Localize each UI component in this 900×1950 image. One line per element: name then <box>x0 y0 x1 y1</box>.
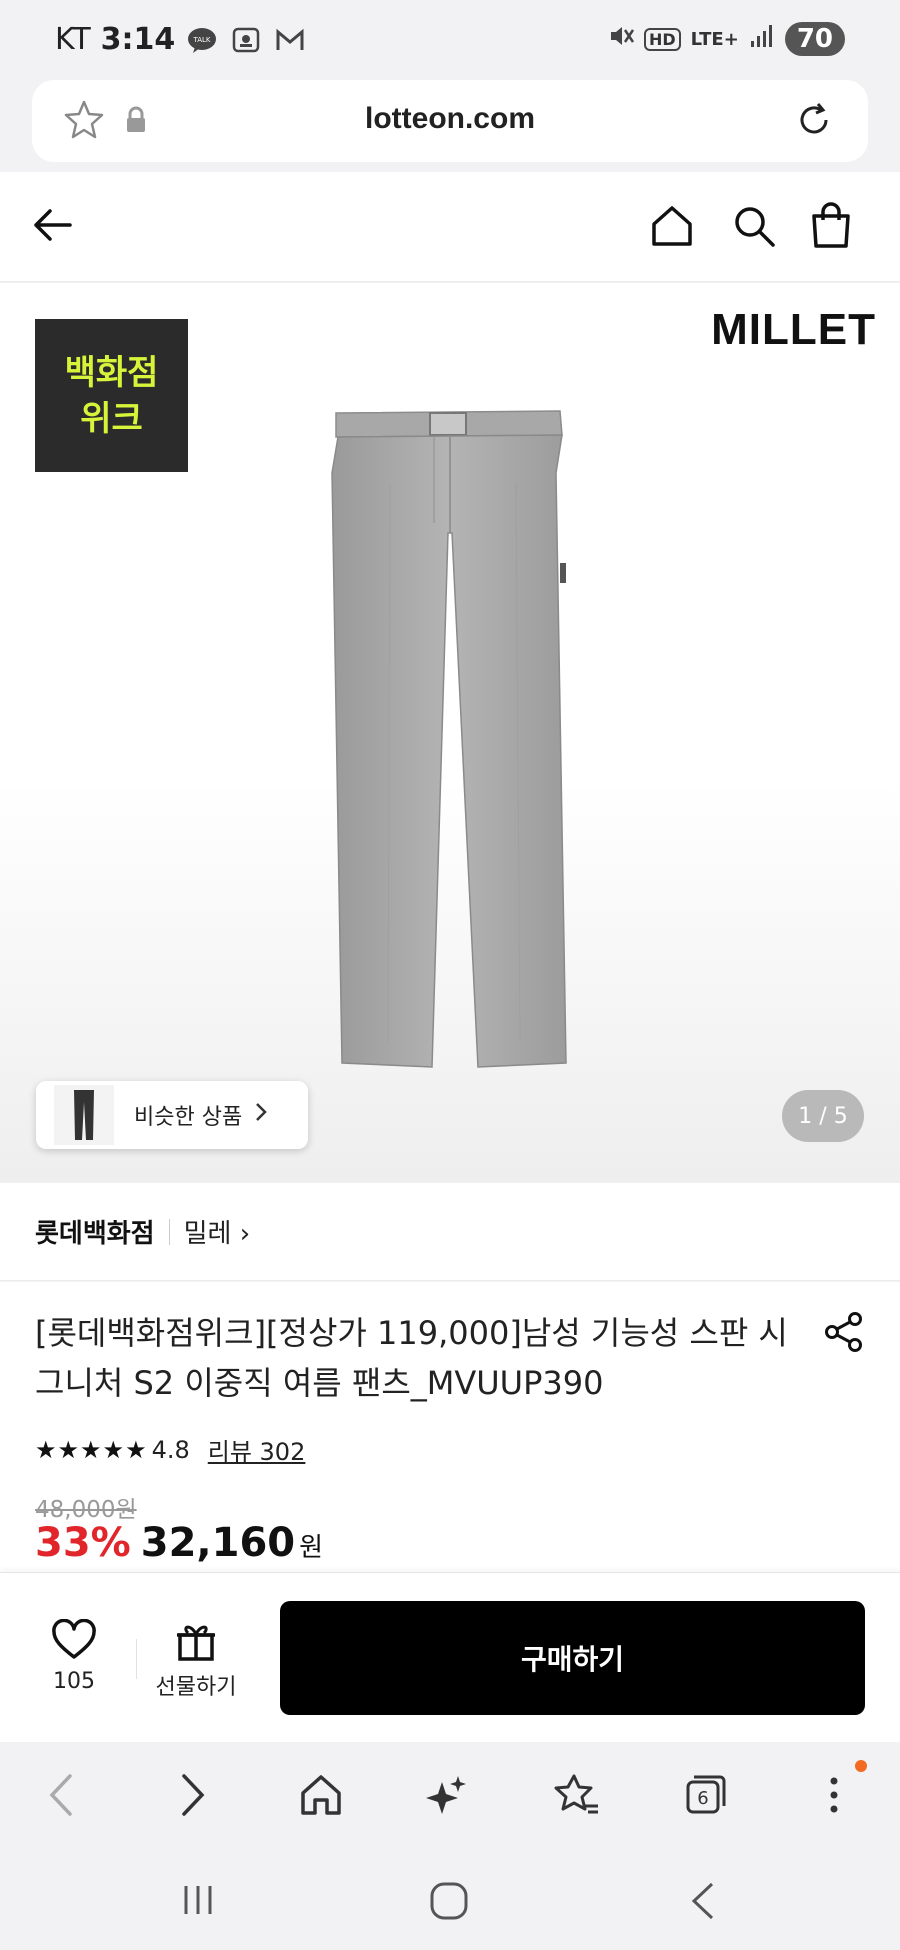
currency-label: 원 <box>299 1533 324 1563</box>
seller-row: 롯데백화점 밀레 › <box>0 1183 900 1281</box>
like-button[interactable]: 105 <box>32 1618 116 1694</box>
kakaotalk-icon: TALK <box>185 25 219 55</box>
svg-text:TALK: TALK <box>193 36 211 44</box>
shopping-bag-icon[interactable] <box>808 200 854 254</box>
gift-button[interactable]: 선물하기 <box>148 1619 244 1701</box>
browser-forward-icon[interactable] <box>178 1772 208 1822</box>
heart-icon <box>52 1618 96 1659</box>
status-right: HD LTE+ 70 <box>608 22 845 56</box>
status-left: KT 3:14 TALK <box>55 22 307 57</box>
millet-logo: MILLET <box>711 305 876 354</box>
back-nav-icon[interactable] <box>688 1880 718 1926</box>
original-price: 48,000원 <box>35 1497 137 1523</box>
screenshot-icon <box>229 25 263 55</box>
lte-icon: LTE+ <box>690 28 739 50</box>
review-link[interactable]: 리뷰 302 <box>208 1432 306 1467</box>
like-count: 105 <box>53 1669 95 1694</box>
mute-vibrate-icon <box>608 23 635 55</box>
rating-value: 4.8 <box>151 1435 190 1464</box>
carrier-label: KT <box>55 22 91 57</box>
reload-icon[interactable] <box>792 98 836 146</box>
app-header <box>0 172 900 282</box>
action-divider <box>136 1639 137 1679</box>
purchase-action-bar: 105 선물하기 구매하기 <box>0 1572 900 1742</box>
brand-chevron-icon: › <box>239 1219 251 1249</box>
signal-icon <box>749 23 775 55</box>
rating-stars-icon: ★★★★★ <box>35 1435 148 1464</box>
image-page-indicator: 1 / 5 <box>782 1090 864 1142</box>
status-bar: KT 3:14 TALK HD LTE+ 70 <box>0 0 900 78</box>
url-text[interactable]: lotteon.com <box>32 102 868 136</box>
product-gallery[interactable]: 백화점 위크 MILLET 비슷한 상품 1 / 5 <box>0 283 900 1183</box>
more-menu-icon[interactable] <box>822 1772 846 1822</box>
seller-divider <box>168 1218 170 1245</box>
gift-label: 선물하기 <box>155 1675 237 1700</box>
seller-name[interactable]: 롯데백화점 <box>35 1213 155 1250</box>
promo-line-1: 백화점 <box>64 352 159 393</box>
system-navigation-bar <box>0 1852 900 1950</box>
share-icon[interactable] <box>822 1310 866 1358</box>
search-icon[interactable] <box>730 202 778 254</box>
gmail-icon <box>273 25 307 55</box>
home-nav-icon[interactable] <box>428 1880 470 1926</box>
product-title: [롯데백화점위크][정상가 119,000]남성 기능성 스판 시그니처 S2 … <box>35 1314 788 1402</box>
buy-button[interactable]: 구매하기 <box>280 1601 865 1715</box>
discount-rate: 33% <box>35 1520 131 1566</box>
hd-icon: HD <box>643 27 681 51</box>
clock: 3:14 <box>100 22 176 57</box>
sale-price: 32,160 <box>140 1520 296 1566</box>
price-row: 33% 32,160 원 <box>35 1520 323 1566</box>
product-info: [롯데백화점위크][정상가 119,000]남성 기능성 스판 시그니처 S2 … <box>0 1282 900 1572</box>
home-icon[interactable] <box>648 202 696 254</box>
brand-link[interactable]: 밀레 › <box>184 1213 251 1250</box>
sparkle-assistant-icon[interactable] <box>424 1772 470 1822</box>
notification-dot <box>855 1760 867 1772</box>
browser-back-icon[interactable] <box>46 1772 76 1822</box>
gift-icon <box>177 1625 215 1661</box>
chevron-right-icon <box>254 1101 268 1129</box>
rating-row: ★★★★★ 4.8 리뷰 302 <box>35 1432 305 1467</box>
similar-products-button[interactable]: 비슷한 상품 <box>36 1081 308 1149</box>
tabs-icon[interactable]: 6 <box>682 1772 728 1822</box>
department-week-badge: 백화점 위크 <box>35 319 188 472</box>
product-image-pants <box>331 410 567 1068</box>
similar-product-thumbnail <box>54 1085 114 1145</box>
recent-apps-icon[interactable] <box>180 1880 216 1924</box>
browser-home-icon[interactable] <box>298 1772 344 1822</box>
similar-products-label: 비슷한 상품 <box>134 1105 243 1130</box>
svg-text:6: 6 <box>697 1788 708 1809</box>
bookmarks-star-icon[interactable] <box>552 1772 600 1822</box>
address-bar[interactable]: lotteon.com <box>32 80 868 162</box>
brand-link-label: 밀레 <box>183 1219 232 1249</box>
back-arrow-icon[interactable] <box>30 202 76 252</box>
browser-toolbar: 6 <box>0 1742 900 1852</box>
promo-line-2: 위크 <box>80 398 143 439</box>
battery-indicator: 70 <box>784 22 845 56</box>
